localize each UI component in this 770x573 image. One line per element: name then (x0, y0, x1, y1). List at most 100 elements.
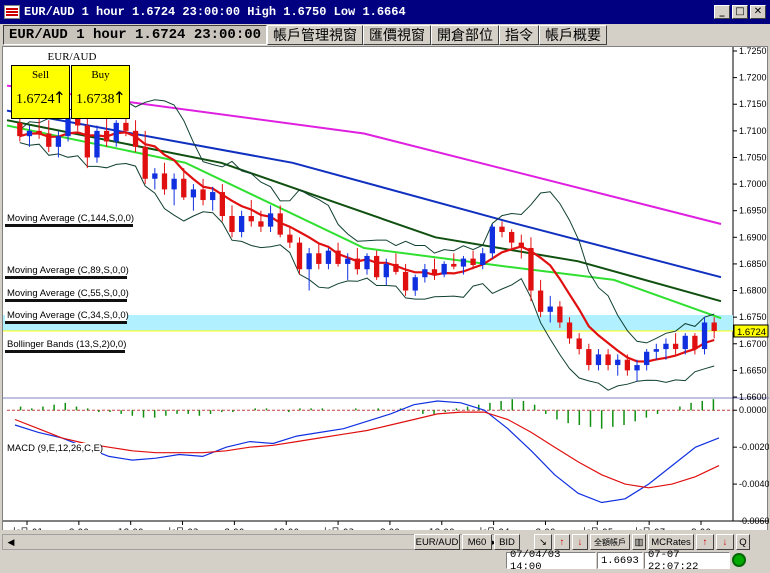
sell-up-arrow-icon: ↑ (52, 88, 66, 107)
candle (94, 125, 100, 163)
candle-body (460, 258, 467, 267)
candle (595, 349, 602, 371)
period-button[interactable]: M60 (462, 534, 492, 550)
bollinger-label-text: Bollinger Bands (13,S,2) (7, 339, 110, 350)
candle-body (499, 226, 505, 232)
candle-body (615, 359, 621, 366)
candle (644, 349, 650, 371)
ma144-label[interactable]: Moving Average (C,144,S,0,0) (5, 213, 134, 227)
candle-body (219, 192, 225, 217)
candle-body (345, 258, 351, 264)
candle-body (672, 343, 679, 350)
candle-body (123, 122, 129, 131)
buy-up-arrow-icon: ↑ (112, 88, 126, 107)
bollinger-label-tail: 0,0) (109, 339, 127, 350)
candle (634, 359, 640, 382)
connection-status-icon (732, 553, 746, 567)
ma55-label[interactable]: Moving Average (C,55,S,0,0) (5, 288, 129, 302)
candle-body (441, 263, 447, 275)
price-tick-label: 1.6700 (739, 339, 767, 349)
ma89-label[interactable]: Moving Average (C,89,S,0,0) (5, 265, 129, 279)
candle (46, 120, 52, 153)
sell-box[interactable]: Sell 1.6724 ↑ (11, 65, 70, 119)
candle-body (277, 213, 283, 235)
candle (229, 205, 235, 238)
price-tick-label: 1.6900 (739, 232, 767, 242)
candle (26, 125, 33, 147)
candle-body (624, 359, 631, 371)
candle-body (576, 338, 582, 350)
minimize-button[interactable]: _ (714, 5, 730, 19)
buy-box[interactable]: Buy 1.6738 ↑ (71, 65, 130, 119)
candle-body (142, 146, 148, 179)
close-button[interactable]: ✕ (750, 5, 766, 19)
candle-body (518, 242, 524, 248)
scroll-left-icon[interactable]: ◀ (4, 536, 18, 549)
candle (489, 224, 496, 259)
candle-body (181, 178, 187, 198)
candle-body (605, 354, 611, 366)
macd-tick-label: -0.0040 (739, 479, 769, 489)
symbol-button[interactable]: EUR/AUD (414, 534, 460, 550)
chart-area[interactable]: 1.7250 1.7200 1.7150 1.7100 1.7050 1.7000 1.69… (2, 46, 769, 540)
candle (306, 247, 312, 291)
candle (354, 247, 361, 275)
chart-type-icon[interactable]: ▥ (632, 534, 646, 550)
candle-body (36, 130, 42, 134)
tab-chart[interactable]: EUR/AUD 1 hour 1.6724 23:00:00 (3, 25, 268, 45)
candle (701, 317, 708, 355)
candle (672, 333, 679, 355)
price-tick-label: 1.6650 (739, 365, 767, 375)
candle (287, 226, 293, 248)
ma34-label[interactable]: Moving Average (C,34,S,0,0) (5, 310, 129, 324)
candle (132, 120, 139, 153)
q-button[interactable]: Q (736, 534, 750, 550)
macd-label[interactable]: MACD (9,E,12,26,C,E) (5, 443, 103, 454)
candle (238, 210, 245, 238)
candle-body (634, 365, 640, 371)
candle-body (306, 253, 312, 270)
candle (509, 229, 515, 248)
candle-body (17, 122, 23, 137)
candle (152, 168, 158, 190)
candle (335, 242, 341, 267)
candle-body (103, 130, 110, 142)
candle (441, 261, 447, 278)
candle-body (383, 263, 389, 278)
tab-open-positions[interactable]: 開倉部位 (431, 25, 500, 45)
candle (190, 184, 197, 211)
candle (219, 184, 225, 222)
bollinger-label[interactable]: Bollinger Bands (13,S,2)0,0) (5, 339, 127, 353)
price-tick-label: 1.6600 (739, 392, 767, 402)
candle (615, 354, 621, 376)
candle (316, 242, 322, 270)
current-price-marker-label: 1.6724 (737, 327, 766, 338)
tab-orders[interactable]: 指令 (499, 25, 540, 45)
candle-body (509, 231, 515, 243)
candle (267, 205, 274, 232)
price-tick-label: 1.6800 (739, 286, 767, 296)
candle-body (422, 269, 428, 278)
tab-quotes[interactable]: 匯價視窗 (363, 25, 432, 45)
price-tick-label: 1.6750 (739, 312, 767, 322)
full-account-button[interactable]: 全額帳戶 (590, 534, 630, 550)
candle-body (412, 277, 418, 291)
candle (653, 343, 659, 360)
candle (499, 221, 505, 238)
candle-body (528, 247, 534, 291)
candle (248, 200, 254, 227)
candle (161, 162, 168, 195)
candle-body (316, 253, 322, 264)
price-panel: EUR/AUD Sell 1.6724 ↑ Buy 1.6738 ↑ (11, 51, 133, 121)
macd-tick-label: 0.0000 (739, 405, 767, 415)
cursor-price: 1.6693 (597, 552, 643, 569)
buy-value: 1.6738 (76, 92, 115, 107)
tab-account-summary[interactable]: 帳戶概要 (539, 25, 608, 45)
candle-body (287, 234, 293, 243)
price-tick-label: 1.7150 (739, 99, 767, 109)
tab-account-management[interactable]: 帳戶管理視窗 (267, 25, 364, 45)
candle-body (258, 221, 264, 227)
candle-body (354, 258, 361, 270)
maximize-button[interactable]: □ (732, 5, 748, 19)
price-tick-label: 1.7050 (739, 152, 767, 162)
